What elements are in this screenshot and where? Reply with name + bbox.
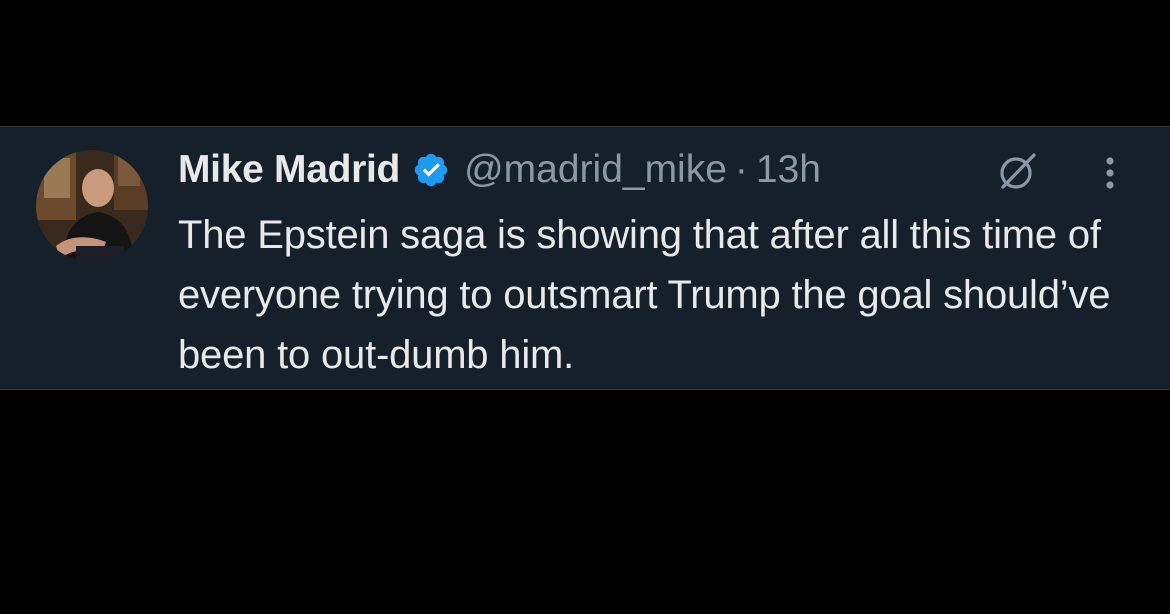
tweet-card[interactable]: Mike Madrid @madrid_mike · 13h The Epste… [0,126,1170,390]
tweet-header: Mike Madrid @madrid_mike · 13h [178,145,821,195]
author-name[interactable]: Mike Madrid [178,148,400,192]
more-options-icon[interactable] [1092,149,1128,197]
avatar-photo [36,150,148,262]
grok-icon[interactable] [994,147,1042,195]
tweet-text: The Epstein saga is showing that after a… [178,213,1111,377]
separator-dot: · [734,148,748,191]
timestamp[interactable]: 13h [756,148,821,192]
avatar[interactable] [36,150,148,262]
screenshot-frame: Mike Madrid @madrid_mike · 13h The Epste… [0,0,1170,614]
author-handle[interactable]: @madrid_mike [464,148,727,192]
verified-badge-icon [412,151,450,189]
